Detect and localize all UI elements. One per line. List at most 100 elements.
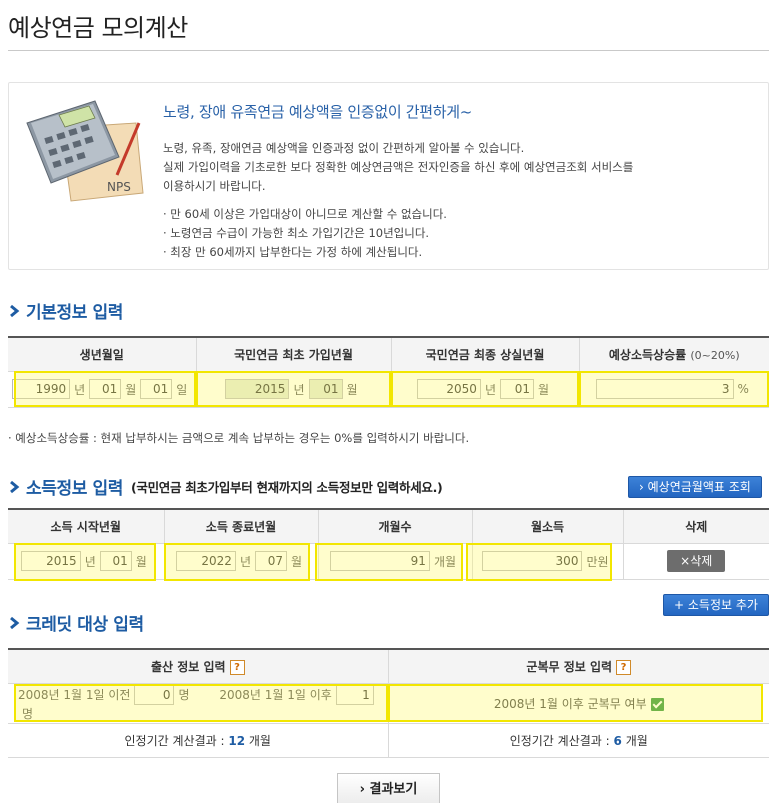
intro-bullet-2: · 노령연금 수급이 가능한 최소 가입기간은 10년입니다. — [163, 226, 430, 240]
birth-result-value: 12 — [228, 733, 246, 748]
basic-info-table: 생년월일 국민연금 최초 가입년월 국민연금 최종 상실년월 예상소득상승률 (… — [8, 336, 769, 408]
unit-person: 명 — [22, 706, 34, 721]
credit-info-table: 출산 정보 입력? 군복무 정보 입력? 2008년 1월 1일 이전 0 명 20… — [8, 648, 769, 758]
basic-info-title-text: 기본정보 입력 — [26, 303, 123, 323]
unit-year: 년 — [293, 382, 305, 397]
intro-bullet-1: · 만 60세 이상은 가입대상이 아니므로 계산할 수 없습니다. — [163, 207, 447, 221]
birth-result-label: 인정기간 계산결과 : — [124, 733, 225, 748]
months-cell: 91 개월 — [317, 543, 472, 580]
header-delete: 삭제 — [622, 509, 769, 544]
birth-year-input[interactable]: 1990 — [12, 379, 71, 399]
add-income-button[interactable]: + 소득정보 추가 — [663, 594, 769, 616]
military-service-label: 2008년 1월 이후 군복무 여부 — [493, 696, 647, 711]
unit-month: 월 — [135, 554, 147, 569]
header-birth-credit-label: 출산 정보 입력 — [150, 659, 226, 674]
last-loss-cell: 2050 년 01 월 — [390, 371, 579, 408]
nps-label: NPS — [107, 180, 131, 194]
unit-month: 월 — [291, 554, 303, 569]
military-result-value: 6 — [613, 733, 622, 748]
header-income-end: 소득 종료년월 — [163, 509, 318, 544]
months-input[interactable]: 91 — [329, 551, 430, 571]
header-months: 개월수 — [317, 509, 472, 544]
after-2008-label: 2008년 1월 1일 이후 — [219, 688, 332, 702]
pension-table-lookup-button[interactable]: › 예상연금월액표 조회 — [628, 476, 762, 498]
income-start-year-input[interactable]: 2015 — [20, 551, 81, 571]
credit-info-title-text: 크레딧 대상 입력 — [26, 615, 144, 635]
intro-bullet-3: · 최장 만 60세까지 납부한다는 가정 하에 계산됩니다. — [163, 245, 423, 259]
unit-year: 년 — [84, 554, 96, 569]
unit-month: 월 — [346, 382, 358, 397]
military-result-unit: 개월 — [625, 733, 648, 748]
page-title: 예상연금 모의계산 — [8, 14, 188, 42]
income-info-table: 소득 시작년월 소득 종료년월 개월수 월소득 삭제 2015 년 01 월 2022… — [8, 508, 769, 580]
children-before-2008-input[interactable]: 0 — [134, 684, 175, 705]
birth-credit-input-cell: 2008년 1월 1일 이전 0 명 2008년 1월 1일 이후 1명 — [8, 683, 388, 724]
growth-rate-input[interactable]: 3 — [595, 379, 734, 399]
birth-day-input[interactable]: 01 — [140, 379, 173, 399]
unit-person: 명 — [178, 688, 190, 702]
header-last-loss: 국민연금 최종 상실년월 — [390, 337, 579, 372]
intro-line-2: 실제 가입이력을 기초로한 보다 정확한 예상연금액은 전자인증을 하신 후에 … — [163, 160, 634, 174]
intro-line-3: 이용하시기 바랍니다. — [163, 179, 266, 193]
unit-year: 년 — [74, 382, 86, 397]
unit-manwon: 만원 — [586, 554, 609, 569]
intro-line-1: 노령, 유족, 장애연금 예상액을 인증과정 없이 간편하게 알아볼 수 있습니… — [163, 141, 525, 155]
header-growth-label: 예상소득상승률 — [608, 347, 687, 362]
chevron-right-icon — [10, 616, 20, 629]
chevron-right-icon — [10, 304, 20, 317]
chevron-right-icon — [10, 480, 20, 493]
children-after-2008-input[interactable]: 1 — [335, 684, 374, 705]
income-end-cell: 2022 년 07 월 — [163, 543, 318, 580]
birth-date-cell: 1990 년 01 월 01 일 — [8, 371, 196, 408]
growth-rate-note: · 예상소득상승률 : 현재 납부하시는 금액으로 계속 납부하는 경우는 0%… — [8, 431, 470, 445]
header-growth: 예상소득상승률 (0~20%) — [578, 337, 769, 372]
help-icon[interactable]: ? — [616, 659, 632, 675]
income-info-title: 소득정보 입력 (국민연금 최초가입부터 현재까지의 소득정보만 입력하세요.) — [8, 474, 443, 499]
birth-month-input[interactable]: 01 — [89, 379, 122, 399]
basic-info-title: 기본정보 입력 — [8, 298, 123, 323]
unit-year: 년 — [239, 554, 251, 569]
calculator-illustration-icon: NPS — [26, 100, 144, 202]
income-end-year-input[interactable]: 2022 — [175, 551, 236, 571]
first-join-year-input[interactable]: 2015 — [225, 379, 290, 399]
first-join-cell: 2015 년 01 월 — [195, 371, 391, 408]
header-birth-credit: 출산 정보 입력? — [8, 649, 388, 684]
header-monthly-income: 월소득 — [471, 509, 623, 544]
help-icon[interactable]: ? — [229, 659, 245, 675]
header-military-credit: 군복무 정보 입력? — [387, 649, 769, 684]
monthly-income-input[interactable]: 300 — [482, 551, 583, 571]
unit-percent: % — [737, 382, 749, 396]
delete-cell: ×삭제 — [622, 543, 769, 580]
income-info-title-text: 소득정보 입력 — [26, 479, 123, 499]
birth-result-unit: 개월 — [248, 733, 271, 748]
income-info-subtitle: (국민연금 최초가입부터 현재까지의 소득정보만 입력하세요.) — [130, 480, 443, 495]
last-loss-year-input[interactable]: 2050 — [416, 379, 481, 399]
income-start-cell: 2015 년 01 월 — [8, 543, 164, 580]
intro-box: NPS 노령, 장애 유족연금 예상액을 인증없이 간편하게~ 노령, 유족, … — [8, 82, 769, 270]
credit-info-title: 크레딧 대상 입력 — [8, 610, 144, 635]
header-growth-range: (0~20%) — [690, 348, 740, 362]
military-result-label: 인정기간 계산결과 : — [509, 733, 610, 748]
military-credit-input-cell: 2008년 1월 이후 군복무 여부 — [387, 683, 769, 724]
military-service-checkbox[interactable] — [650, 697, 664, 711]
intro-heading: 노령, 장애 유족연금 예상액을 인증없이 간편하게~ — [163, 103, 473, 121]
delete-income-button[interactable]: ×삭제 — [667, 550, 726, 572]
title-divider — [8, 50, 769, 51]
growth-rate-cell: 3% — [578, 371, 769, 408]
military-credit-result-cell: 인정기간 계산결과 : 6 개월 — [387, 723, 769, 758]
header-birth: 생년월일 — [8, 337, 196, 372]
unit-month: 월 — [125, 382, 137, 397]
unit-month: 월 — [538, 382, 550, 397]
income-end-month-input[interactable]: 07 — [255, 551, 287, 571]
first-join-month-input[interactable]: 01 — [308, 379, 343, 399]
last-loss-month-input[interactable]: 01 — [500, 379, 534, 399]
header-income-start: 소득 시작년월 — [8, 509, 164, 544]
before-2008-label: 2008년 1월 1일 이전 — [18, 688, 131, 702]
unit-day: 일 — [176, 382, 188, 397]
birth-credit-result-cell: 인정기간 계산결과 : 12 개월 — [8, 723, 388, 758]
header-military-credit-label: 군복무 정보 입력 — [526, 659, 613, 674]
view-result-button[interactable]: › 결과보기 — [337, 773, 440, 803]
header-first-join: 국민연금 최초 가입년월 — [195, 337, 391, 372]
unit-year: 년 — [484, 382, 496, 397]
income-start-month-input[interactable]: 01 — [99, 551, 132, 571]
